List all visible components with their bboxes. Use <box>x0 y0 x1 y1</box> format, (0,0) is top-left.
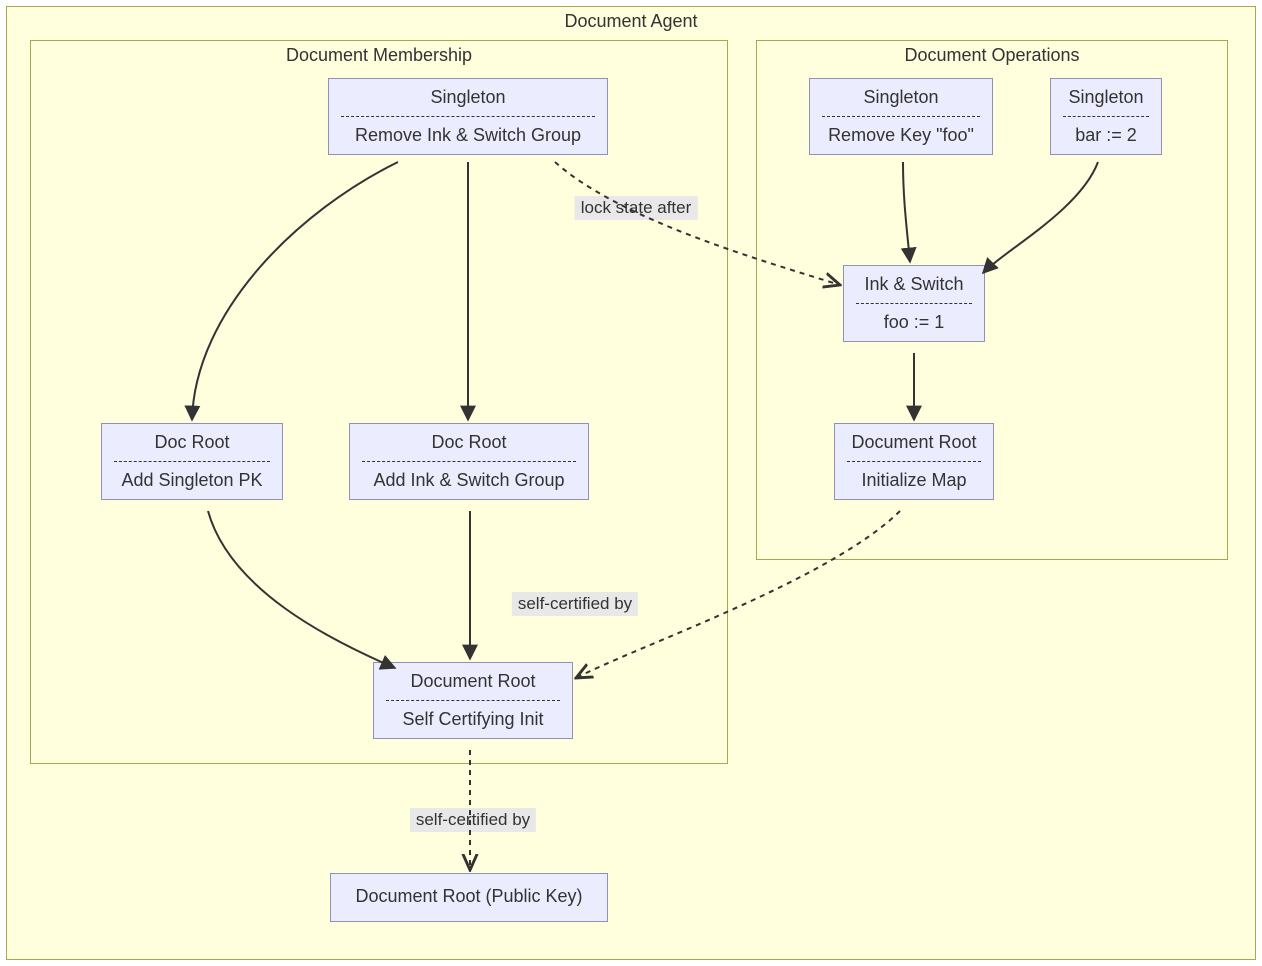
node-title: Ink & Switch <box>854 274 974 297</box>
node-title: Singleton <box>820 87 982 110</box>
node-title: Singleton <box>1061 87 1151 110</box>
diagram-canvas: Document Agent Document Membership Docum… <box>0 0 1262 966</box>
node-title: Document Root (Public Key) <box>341 886 597 909</box>
node-membership-singleton: Singleton Remove Ink & Switch Group <box>328 78 608 155</box>
node-divider <box>386 700 560 701</box>
node-sub: Initialize Map <box>845 468 983 491</box>
node-title: Document Root <box>384 671 562 694</box>
node-sub: foo := 1 <box>854 310 974 333</box>
node-ink-and-switch: Ink & Switch foo := 1 <box>843 265 985 342</box>
node-title: Doc Root <box>112 432 272 455</box>
node-sub: Remove Key "foo" <box>820 123 982 146</box>
node-divider <box>362 461 576 462</box>
node-sub: Self Certifying Init <box>384 707 562 730</box>
node-divider <box>847 461 981 462</box>
node-divider <box>114 461 270 462</box>
node-divider <box>1063 116 1149 117</box>
node-ops-singleton-remove-foo: Singleton Remove Key "foo" <box>809 78 993 155</box>
node-docroot-add-inkswitch-group: Doc Root Add Ink & Switch Group <box>349 423 589 500</box>
node-self-certifying-init: Document Root Self Certifying Init <box>373 662 573 739</box>
container-title-document-membership: Document Membership <box>31 41 727 70</box>
node-ops-document-root: Document Root Initialize Map <box>834 423 994 500</box>
container-title-document-agent: Document Agent <box>7 7 1255 36</box>
node-title: Singleton <box>339 87 597 110</box>
node-docroot-add-singleton-pk: Doc Root Add Singleton PK <box>101 423 283 500</box>
node-document-root-public-key: Document Root (Public Key) <box>330 873 608 922</box>
node-sub: Add Ink & Switch Group <box>360 468 578 491</box>
node-divider <box>822 116 980 117</box>
node-divider <box>341 116 595 117</box>
node-sub: Add Singleton PK <box>112 468 272 491</box>
node-title: Doc Root <box>360 432 578 455</box>
edge-label-self-certified-by-1: self-certified by <box>512 592 638 616</box>
node-title: Document Root <box>845 432 983 455</box>
edge-label-lock-state-after: lock state after <box>575 196 698 220</box>
container-title-document-operations: Document Operations <box>757 41 1227 70</box>
node-ops-singleton-bar2: Singleton bar := 2 <box>1050 78 1162 155</box>
node-divider <box>856 303 972 304</box>
node-sub: Remove Ink & Switch Group <box>339 123 597 146</box>
edge-label-self-certified-by-2: self-certified by <box>410 808 536 832</box>
node-sub: bar := 2 <box>1061 123 1151 146</box>
